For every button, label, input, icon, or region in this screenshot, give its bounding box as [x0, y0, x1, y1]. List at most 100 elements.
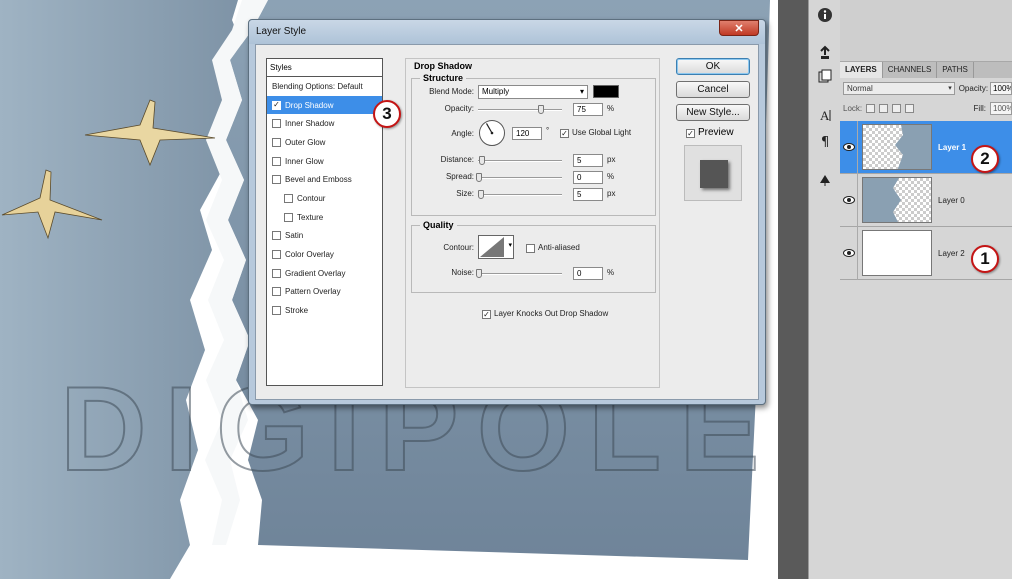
history-brush-icon[interactable] — [813, 66, 837, 88]
preview-swatch — [700, 160, 728, 188]
style-item[interactable]: Pattern Overlay — [267, 283, 382, 302]
styles-header[interactable]: Styles — [267, 59, 382, 77]
style-item[interactable]: Gradient Overlay — [267, 264, 382, 283]
angle-dial[interactable] — [478, 119, 506, 147]
angle-label: Angle: — [451, 129, 474, 138]
anti-aliased-checkbox[interactable] — [526, 244, 535, 253]
chevron-down-icon: ▾ — [948, 84, 952, 92]
style-item[interactable]: Bevel and Emboss — [267, 170, 382, 189]
style-item[interactable]: Satin — [267, 227, 382, 246]
style-checkbox[interactable] — [284, 212, 293, 222]
style-item-label: Satin — [285, 231, 304, 241]
eye-icon[interactable] — [840, 173, 858, 227]
style-checkbox[interactable] — [272, 175, 281, 185]
angle-value: 120 — [516, 129, 530, 138]
layer-thumbnail — [862, 124, 932, 170]
style-checkbox[interactable] — [272, 268, 281, 278]
style-item[interactable]: Contour — [267, 189, 382, 208]
layer-opacity-field[interactable]: 100% — [990, 81, 1012, 95]
layer-opacity-label: Opacity: — [958, 83, 989, 93]
anti-aliased-label: Anti-aliased — [538, 243, 580, 252]
angle-input[interactable]: 120 — [512, 127, 542, 140]
layer-thumbnail — [862, 230, 932, 276]
style-item[interactable]: Stroke — [267, 301, 382, 320]
tab-layers[interactable]: LAYERS — [840, 62, 883, 78]
spread-input[interactable]: 0 — [573, 171, 603, 184]
distance-value: 5 — [577, 156, 582, 165]
clone-source-icon[interactable] — [813, 42, 837, 64]
distance-slider-track[interactable] — [478, 160, 562, 162]
distance-input[interactable]: 5 — [573, 154, 603, 167]
eye-icon[interactable] — [840, 120, 858, 174]
lock-pixels-icon[interactable] — [879, 103, 889, 113]
shadow-color-swatch[interactable] — [593, 85, 619, 98]
noise-input[interactable]: 0 — [573, 267, 603, 280]
layer-opacity-value: 100% — [993, 83, 1012, 93]
distance-slider-thumb[interactable] — [479, 156, 485, 165]
style-checkbox[interactable] — [272, 231, 281, 241]
annotation-badge-2: 2 — [971, 145, 999, 173]
knockout-checkbox[interactable]: ✓ — [482, 310, 491, 319]
panel-dock-icons: A ¶ — [808, 0, 840, 579]
tab-channels[interactable]: CHANNELS — [883, 62, 938, 78]
new-style-button[interactable]: New Style... — [676, 104, 750, 121]
style-checkbox[interactable] — [272, 250, 281, 260]
fill-value: 100% — [993, 103, 1012, 113]
close-button[interactable]: ✕ — [719, 20, 759, 36]
info-icon[interactable] — [813, 4, 837, 26]
style-item-label: Color Overlay — [285, 250, 334, 260]
workspace-gutter — [778, 0, 810, 579]
cancel-button[interactable]: Cancel — [676, 81, 750, 98]
lock-all-icon[interactable] — [905, 103, 915, 113]
tab-paths[interactable]: PATHS — [937, 62, 974, 78]
preview-checkbox[interactable]: ✓ — [686, 129, 695, 138]
style-item[interactable]: ✓ Drop Shadow — [267, 95, 382, 115]
style-item-label: Stroke — [285, 306, 309, 316]
contour-picker[interactable]: ▾ — [478, 235, 514, 259]
spread-slider-track[interactable] — [478, 177, 562, 179]
opacity-input[interactable]: 75 — [573, 103, 603, 116]
lock-position-icon[interactable] — [892, 103, 902, 113]
style-item[interactable]: Inner Glow — [267, 152, 382, 171]
noise-slider-thumb[interactable] — [476, 269, 482, 278]
close-icon: ✕ — [734, 22, 744, 35]
style-item[interactable]: Texture — [267, 208, 382, 227]
lock-transparency-icon[interactable] — [866, 103, 876, 113]
spread-label: Spread: — [445, 172, 474, 181]
style-item-label: Inner Glow — [285, 156, 324, 166]
opacity-slider-thumb[interactable] — [538, 105, 544, 114]
panel-header-area — [840, 0, 1012, 62]
style-checkbox[interactable] — [272, 306, 281, 316]
size-input[interactable]: 5 — [573, 188, 603, 201]
style-item[interactable]: Color Overlay — [267, 245, 382, 264]
style-checkbox[interactable] — [272, 156, 281, 166]
use-global-light-checkbox[interactable]: ✓ — [560, 129, 569, 138]
size-slider-track[interactable] — [478, 194, 562, 196]
character-icon[interactable]: A — [813, 104, 837, 126]
ok-button[interactable]: OK — [676, 58, 750, 75]
opacity-slider-track[interactable] — [478, 109, 562, 111]
layer-name: Layer 2 — [938, 248, 965, 258]
noise-slider-track[interactable] — [478, 273, 562, 275]
dialog-title-bar[interactable]: Layer Style ✕ — [249, 20, 765, 44]
layer-blend-mode-select[interactable]: Normal ▾ — [843, 81, 955, 95]
drop-shadow-panel: Drop Shadow Structure Blend Mode: Multip… — [405, 58, 660, 388]
style-checkbox[interactable] — [272, 119, 281, 129]
blend-mode-select[interactable]: Multiply ▾ — [478, 85, 588, 99]
dialog-body: Styles Blending Options: Default ✓ Drop Sh… — [255, 44, 759, 400]
layer-row-layer-0[interactable]: Layer 0 — [840, 173, 1012, 227]
style-item[interactable]: Inner Shadow — [267, 114, 382, 133]
style-checkbox[interactable] — [272, 287, 281, 297]
size-label: Size: — [456, 189, 474, 198]
eye-icon[interactable] — [840, 226, 858, 280]
style-item[interactable]: Blending Options: Default — [267, 77, 382, 96]
style-checkbox[interactable] — [272, 137, 281, 147]
paragraph-icon[interactable]: ¶ — [813, 130, 837, 152]
size-slider-thumb[interactable] — [478, 190, 484, 199]
tool-presets-icon[interactable] — [813, 168, 837, 190]
style-checkbox[interactable]: ✓ — [272, 100, 281, 110]
style-checkbox[interactable] — [284, 193, 293, 203]
fill-field[interactable]: 100% — [990, 101, 1012, 115]
style-item[interactable]: Outer Glow — [267, 133, 382, 152]
spread-slider-thumb[interactable] — [476, 173, 482, 182]
